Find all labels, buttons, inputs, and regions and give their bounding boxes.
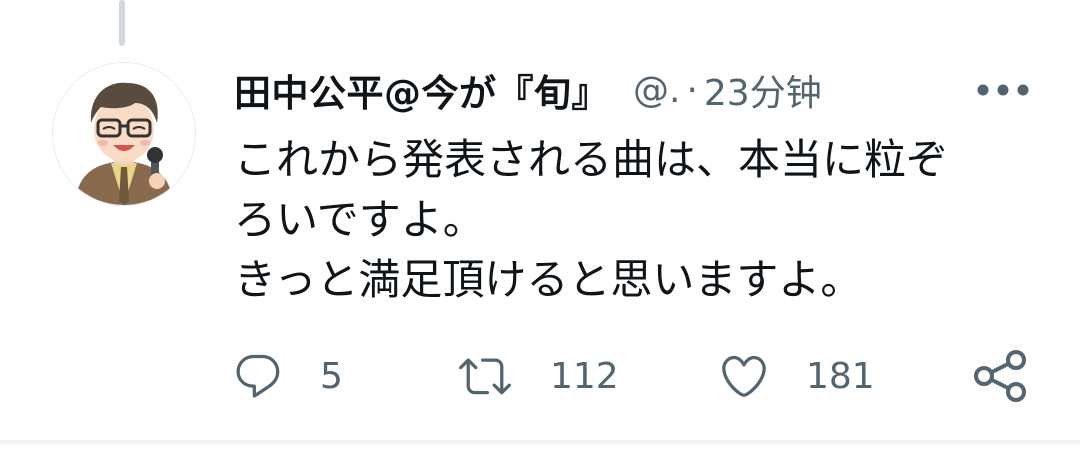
reply-button[interactable]: 5 (232, 348, 343, 404)
share-icon (974, 350, 1026, 402)
tweet-timestamp[interactable]: 23分钟 (704, 64, 822, 116)
tweet-action-bar: 5 112 181 (0, 348, 1080, 404)
reply-count: 5 (320, 355, 343, 397)
retweet-button[interactable]: 112 (456, 348, 619, 404)
header-separator: · (686, 69, 698, 111)
like-count: 181 (806, 355, 875, 397)
retweet-icon (459, 358, 511, 395)
tweet-text: これから発表される曲は、本当に粒ぞ ろいですよ。 きっと満足頂けると思いますよ。 (234, 135, 949, 304)
retweet-count: 112 (550, 355, 619, 397)
cartoon-man-glasses-microphone-avatar (53, 63, 195, 205)
author-handle[interactable]: @. (633, 70, 680, 111)
tweet-header: 田中公平@今が『旬』 @. · 23分钟 (234, 64, 822, 116)
more-horizontal-icon (977, 84, 1029, 96)
tweet-divider (0, 440, 1080, 444)
avatar[interactable] (52, 62, 196, 206)
thread-connector-line (119, 0, 125, 46)
more-options-button[interactable] (968, 70, 1038, 110)
share-button[interactable] (972, 348, 1028, 404)
reply-icon (236, 354, 280, 398)
heart-icon (722, 355, 766, 397)
author-display-name[interactable]: 田中公平@今が『旬』 (234, 63, 609, 117)
like-button[interactable]: 181 (718, 348, 875, 404)
